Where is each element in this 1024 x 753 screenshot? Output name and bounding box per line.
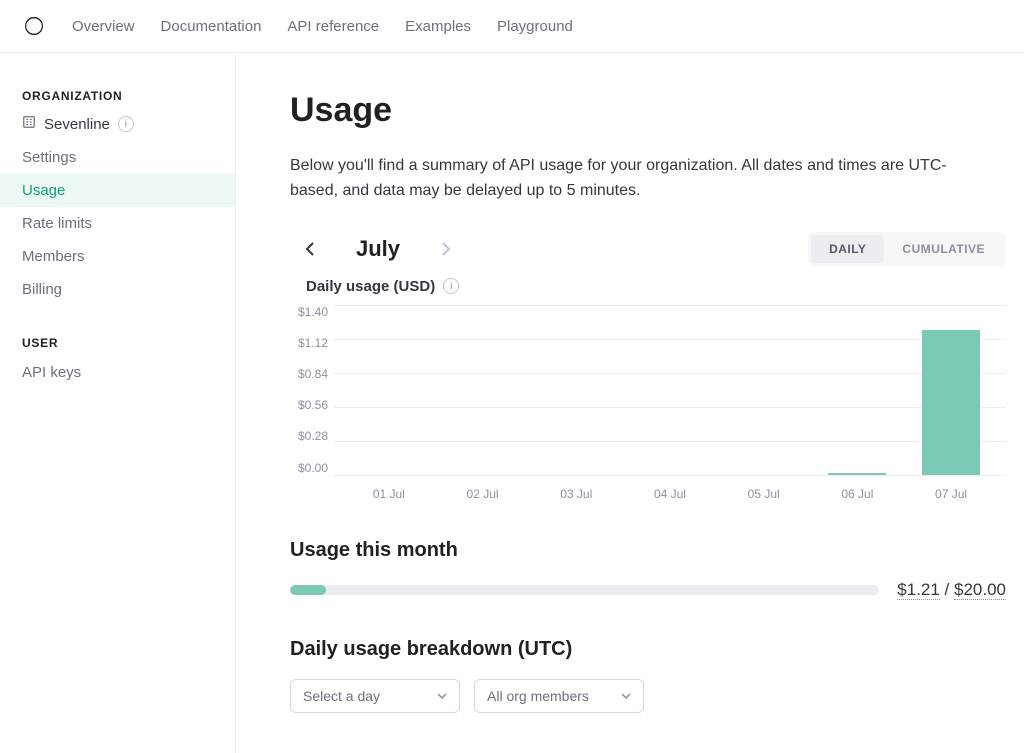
y-tick: $1.12	[298, 336, 328, 350]
nav-overview[interactable]: Overview	[72, 18, 135, 35]
sidebar-item-billing[interactable]: Billing	[0, 273, 235, 306]
next-month-button[interactable]	[434, 237, 458, 261]
chevron-left-icon	[305, 242, 315, 256]
month-label: July	[356, 236, 400, 262]
sidebar: ORGANIZATION Sevenline i Settings Usage …	[0, 53, 236, 753]
chart-plot-area	[334, 305, 1006, 475]
sidebar-heading-organization: ORGANIZATION	[0, 81, 235, 109]
y-tick: $0.56	[298, 398, 328, 412]
toggle-daily[interactable]: DAILY	[811, 235, 884, 263]
nav-documentation[interactable]: Documentation	[161, 18, 262, 35]
toggle-cumulative[interactable]: CUMULATIVE	[884, 235, 1003, 263]
prev-month-button[interactable]	[298, 237, 322, 261]
building-icon	[22, 115, 36, 133]
x-tick: 05 Jul	[735, 487, 793, 501]
usage-limit: $20.00	[954, 580, 1006, 600]
y-tick: $0.00	[298, 461, 328, 475]
x-tick: 04 Jul	[641, 487, 699, 501]
breakdown-heading: Daily usage breakdown (UTC)	[290, 638, 1006, 661]
info-icon[interactable]: i	[118, 116, 134, 132]
page-title: Usage	[290, 91, 1006, 130]
brand-logo	[22, 14, 46, 38]
sidebar-item-members[interactable]: Members	[0, 240, 235, 273]
info-icon[interactable]: i	[443, 278, 459, 294]
org-name: Sevenline	[44, 116, 110, 133]
usage-progress-fill	[290, 585, 326, 595]
usage-month-heading: Usage this month	[290, 539, 1006, 562]
org-selector[interactable]: Sevenline i	[0, 109, 235, 141]
nav-api-reference[interactable]: API reference	[287, 18, 379, 35]
chart-bar	[922, 330, 980, 475]
x-tick: 06 Jul	[828, 487, 886, 501]
y-tick: $1.40	[298, 305, 328, 319]
sidebar-heading-user: USER	[0, 328, 235, 356]
usage-spent: $1.21	[897, 580, 940, 600]
chart-bar	[828, 473, 886, 474]
sidebar-item-api-keys[interactable]: API keys	[0, 356, 235, 389]
nav-examples[interactable]: Examples	[405, 18, 471, 35]
view-toggle: DAILY CUMULATIVE	[808, 232, 1006, 266]
select-day-label: Select a day	[303, 688, 380, 704]
usage-progress-bar	[290, 585, 879, 595]
main-content: Usage Below you'll find a summary of API…	[236, 53, 1006, 753]
y-tick: $0.28	[298, 429, 328, 443]
chevron-down-icon	[437, 693, 447, 699]
sidebar-item-usage[interactable]: Usage	[0, 174, 235, 207]
nav-playground[interactable]: Playground	[497, 18, 573, 35]
chart-x-axis: 01 Jul 02 Jul 03 Jul 04 Jul 05 Jul 06 Jul 07 J…	[334, 475, 1006, 501]
chart-y-axis: $1.40 $1.12 $0.84 $0.56 $0.28 $0.00	[290, 305, 334, 475]
x-tick: 02 Jul	[454, 487, 512, 501]
chevron-right-icon	[441, 242, 451, 256]
x-tick: 01 Jul	[360, 487, 418, 501]
chart-title: Daily usage (USD)	[306, 278, 435, 295]
x-tick: 03 Jul	[547, 487, 605, 501]
select-day-dropdown[interactable]: Select a day	[290, 679, 460, 713]
page-intro: Below you'll find a summary of API usage…	[290, 154, 990, 204]
top-nav: Overview Documentation API reference Exa…	[0, 0, 1024, 53]
y-tick: $0.84	[298, 367, 328, 381]
sidebar-item-settings[interactable]: Settings	[0, 141, 235, 174]
select-user-dropdown[interactable]: All org members	[474, 679, 644, 713]
sidebar-item-rate-limits[interactable]: Rate limits	[0, 207, 235, 240]
daily-usage-chart: $1.40 $1.12 $0.84 $0.56 $0.28 $0.00	[290, 305, 1006, 475]
chevron-down-icon	[621, 693, 631, 699]
x-tick: 07 Jul	[922, 487, 980, 501]
usage-amounts: $1.21 / $20.00	[897, 580, 1006, 600]
select-user-label: All org members	[487, 688, 589, 704]
